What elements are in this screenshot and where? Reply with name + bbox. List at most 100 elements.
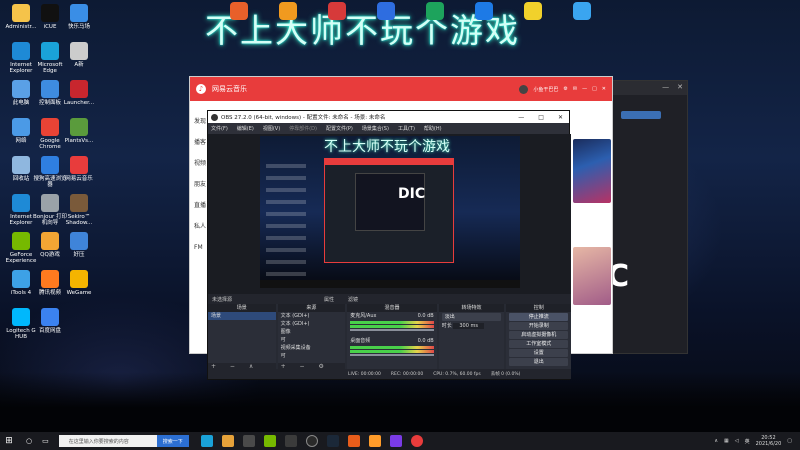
obs-logo-icon bbox=[211, 113, 218, 121]
obs-statusbar: LIVE: 00:00:00 REC: 00:00:00 CPU: 0.7%, … bbox=[208, 369, 571, 379]
obs-preview[interactable]: 不上大师不玩个游戏 DIC bbox=[208, 134, 571, 294]
settings-icon[interactable]: ⚙ bbox=[563, 86, 567, 92]
task-view-icon[interactable]: ▭ bbox=[42, 437, 49, 445]
desktop-app-icon bbox=[70, 42, 88, 60]
cpu-status: CPU: 0.7%, 60.00 fps bbox=[433, 371, 481, 377]
netease-taskbar-icon[interactable] bbox=[410, 435, 423, 447]
stop-streaming-button[interactable]: 停止推流 bbox=[509, 313, 569, 321]
clock[interactable]: 20:52 2021/6/20 bbox=[756, 435, 782, 447]
mail-icon[interactable]: ✉ bbox=[573, 86, 577, 92]
close-icon[interactable]: ✕ bbox=[677, 83, 683, 93]
source-item[interactable]: 可 bbox=[278, 336, 346, 344]
menu-docks[interactable]: 停靠部件(D) bbox=[289, 125, 317, 132]
file-explorer-icon[interactable] bbox=[221, 435, 234, 447]
exit-button[interactable]: 退出 bbox=[509, 358, 569, 366]
top-icon[interactable] bbox=[573, 2, 591, 20]
menu-help[interactable]: 帮助(H) bbox=[424, 125, 442, 132]
mixer-dock: 混音器 麦克风/Aux 0.0 dB 桌面音频 0.0 dB bbox=[347, 304, 437, 371]
top-icon[interactable] bbox=[524, 2, 542, 20]
desktop-icon[interactable]: 百度网盘 bbox=[33, 308, 67, 334]
edge-icon[interactable] bbox=[200, 435, 213, 447]
netease-header: ♪ 网易云音乐 小鱼干巴巴 ⚙ ✉ — □ ✕ bbox=[190, 77, 612, 101]
album-cover[interactable] bbox=[573, 139, 611, 203]
virtual-camera-button[interactable]: 启动虚拟摄像机 bbox=[509, 331, 569, 339]
album-cover[interactable] bbox=[573, 247, 611, 305]
geforce-icon[interactable] bbox=[263, 435, 276, 447]
source-item[interactable]: 文本 (GDI+) bbox=[278, 312, 346, 320]
top-icon[interactable] bbox=[279, 2, 297, 20]
start-recording-button[interactable]: 开始录制 bbox=[509, 322, 569, 330]
maximize-icon[interactable]: □ bbox=[592, 86, 597, 92]
user-area[interactable]: 小鱼干巴巴 ⚙ ✉ — □ ✕ bbox=[519, 84, 606, 94]
desktop-icon[interactable]: Launcher... bbox=[62, 80, 96, 106]
search-circle-icon[interactable]: ○ bbox=[26, 437, 32, 445]
audio-meter bbox=[350, 325, 434, 328]
maximize-icon[interactable]: □ bbox=[538, 114, 544, 121]
avatar[interactable] bbox=[519, 84, 529, 94]
menu-edit[interactable]: 编辑(E) bbox=[237, 125, 254, 132]
desktop-icon[interactable]: PlantsVs... bbox=[62, 118, 96, 144]
source-item[interactable]: 可 bbox=[278, 352, 346, 360]
preview-canvas[interactable]: 不上大师不玩个游戏 DIC bbox=[260, 136, 520, 288]
network-icon[interactable]: ▦ bbox=[724, 438, 729, 444]
source-item[interactable]: 图像 bbox=[278, 328, 346, 336]
filters-button[interactable]: 滤镜 bbox=[348, 296, 358, 303]
menu-profile[interactable]: 配置文件(P) bbox=[326, 125, 353, 132]
menu-file[interactable]: 文件(F) bbox=[211, 125, 228, 132]
ime-indicator[interactable]: 英 bbox=[745, 438, 750, 445]
taskbar-search-button[interactable]: 搜索一下 bbox=[156, 435, 189, 447]
top-icon[interactable] bbox=[230, 2, 248, 20]
minimize-icon[interactable]: — bbox=[662, 83, 669, 93]
settings-button[interactable]: 设置 bbox=[509, 349, 569, 357]
volume-slider[interactable] bbox=[350, 354, 434, 356]
source-item[interactable]: 文本 (GDI+) bbox=[278, 320, 346, 328]
minimize-icon[interactable]: — bbox=[582, 86, 587, 92]
transition-select[interactable]: 淡出 bbox=[441, 313, 502, 321]
mixer-track-name: 麦克风/Aux 0.0 dB bbox=[350, 313, 434, 319]
desktop-app-icon bbox=[70, 4, 88, 22]
properties-button[interactable]: 属性 bbox=[324, 296, 334, 303]
scene-item[interactable]: 场景 bbox=[208, 312, 276, 320]
desktop-app-icon bbox=[12, 270, 30, 288]
windows-start-icon[interactable]: ⊞ bbox=[0, 436, 18, 446]
duration-input[interactable]: 300 ms bbox=[453, 323, 484, 329]
desktop-icon[interactable]: 好压 bbox=[62, 232, 96, 258]
app-icon[interactable] bbox=[389, 435, 402, 447]
volume-icon[interactable]: ◁ bbox=[735, 438, 739, 444]
steam-icon[interactable] bbox=[326, 435, 339, 447]
desktop-icon[interactable]: Sekiro™ Shadow... bbox=[62, 194, 96, 226]
search-box[interactable] bbox=[621, 111, 661, 119]
top-icon[interactable] bbox=[426, 2, 444, 20]
desktop-icon[interactable]: 网易云音乐 bbox=[62, 156, 96, 182]
wegame-icon[interactable] bbox=[284, 435, 297, 447]
menu-scene-collection[interactable]: 场景集合(S) bbox=[362, 125, 389, 132]
store-icon[interactable] bbox=[242, 435, 255, 447]
desktop-icon[interactable]: WeGame bbox=[62, 270, 96, 296]
desktop-app-icon bbox=[41, 232, 59, 250]
desktop-app-icon bbox=[12, 80, 30, 98]
close-icon[interactable]: ✕ bbox=[558, 114, 563, 121]
preview-desktop-icons bbox=[266, 156, 306, 276]
top-icon[interactable] bbox=[377, 2, 395, 20]
tray-up-icon[interactable]: ∧ bbox=[714, 438, 718, 444]
menu-tools[interactable]: 工具(T) bbox=[398, 125, 415, 132]
desktop-icon[interactable]: 快乐马场 bbox=[62, 4, 96, 30]
desktop-top-icons bbox=[230, 2, 591, 20]
app-icon[interactable] bbox=[368, 435, 381, 447]
desktop-app-icon bbox=[41, 308, 59, 326]
username: 小鱼干巴巴 bbox=[533, 86, 559, 93]
top-icon[interactable] bbox=[328, 2, 346, 20]
notification-icon[interactable]: ▢ bbox=[787, 438, 792, 444]
minimize-icon[interactable]: — bbox=[518, 114, 524, 121]
close-icon[interactable]: ✕ bbox=[602, 86, 606, 92]
source-item[interactable]: 视频采集设备 bbox=[278, 344, 346, 352]
studio-mode-button[interactable]: 工作室模式 bbox=[509, 340, 569, 348]
desktop-icon[interactable]: A新 bbox=[62, 42, 96, 68]
obs-taskbar-icon[interactable] bbox=[305, 435, 318, 447]
top-icon[interactable] bbox=[475, 2, 493, 20]
scenes-header: 场景 bbox=[208, 304, 276, 312]
taskbar-search-input[interactable]: 在这里输入你要搜索的内容 bbox=[58, 435, 157, 447]
volume-slider[interactable] bbox=[350, 329, 434, 331]
menu-view[interactable]: 视图(V) bbox=[263, 125, 280, 132]
app-icon[interactable] bbox=[347, 435, 360, 447]
